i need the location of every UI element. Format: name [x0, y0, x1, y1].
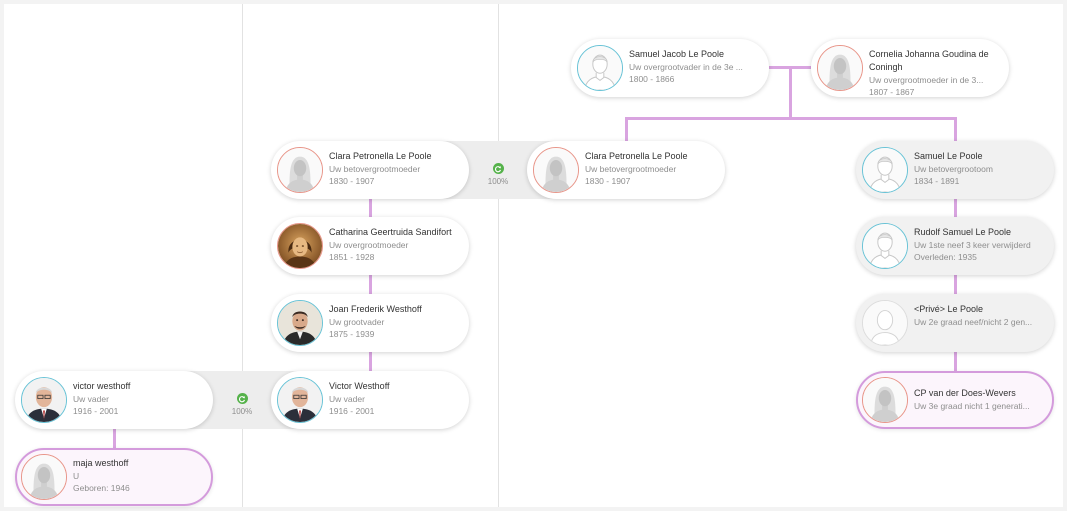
person-card-clara-petronella-le-poole[interactable]: Clara Petronella Le Poole Uw betovergroo… [527, 141, 725, 199]
person-name: Clara Petronella Le Poole [585, 151, 688, 161]
person-dates: 1830 - 1907 [329, 176, 375, 186]
person-dates: 1830 - 1907 [585, 176, 631, 186]
connector-line [789, 66, 792, 119]
person-card-cp-van-der-does-wevers[interactable]: CP van der Does-Wevers Uw 3e graad nicht… [856, 371, 1054, 429]
person-name: maja westhoff [73, 458, 129, 468]
person-relation: Uw betovergrootmoeder [585, 164, 677, 174]
portrait-photo [21, 377, 67, 423]
person-card-cornelia-johanna-goudina-de-coningh[interactable]: Cornelia Johanna Goudina de Coningh Uw o… [811, 39, 1009, 97]
sepia-portrait-photo [277, 223, 323, 269]
person-name: Victor Westhoff [329, 381, 390, 391]
person-relation: Uw vader [73, 394, 109, 404]
female-silhouette-avatar [277, 147, 323, 193]
column-divider [242, 4, 243, 507]
person-card-rudolf-samuel-le-poole[interactable]: Rudolf Samuel Le Poole Uw 1ste neef 3 ke… [856, 217, 1054, 275]
female-silhouette-avatar [21, 454, 67, 500]
person-dates: 1834 - 1891 [914, 176, 960, 186]
person-card-clara-petronella-le-poole[interactable]: Clara Petronella Le Poole Uw betovergroo… [271, 141, 469, 199]
person-relation: Uw betovergrootmoeder [329, 164, 421, 174]
person-card-catharina-geertruida-sandifort[interactable]: Catharina Geertruida Sandifort Uw overgr… [271, 217, 469, 275]
connector-line [113, 428, 116, 449]
person-relation: Uw 2e graad neef/nicht 2 gen... [914, 317, 1033, 327]
portrait-photo [277, 377, 323, 423]
person-name: victor westhoff [73, 381, 131, 391]
person-card-prive-le-poole[interactable]: <Privé> Le Poole Uw 2e graad neef/nicht … [856, 294, 1054, 352]
person-name: Catharina Geertruida Sandifort [329, 227, 452, 237]
male-silhouette-avatar [862, 223, 908, 269]
match-indicator[interactable]: 100% [483, 163, 513, 186]
person-relation: Uw vader [329, 394, 365, 404]
person-dates: 1807 - 1867 [869, 87, 915, 97]
person-dates: Geboren: 1946 [73, 483, 130, 493]
person-relation: Uw overgrootmoeder [329, 240, 409, 250]
person-name: <Privé> Le Poole [914, 304, 984, 314]
male-silhouette-avatar [862, 147, 908, 193]
person-card-victor-westhoff[interactable]: Victor Westhoff Uw vader 1916 - 2001 [271, 371, 469, 429]
person-card-victor-westhoff[interactable]: victor westhoff Uw vader 1916 - 2001 [15, 371, 213, 429]
person-dates: 1916 - 2001 [329, 406, 375, 416]
person-relation: U [73, 471, 80, 481]
person-card-samuel-le-poole[interactable]: Samuel Le Poole Uw betovergrootoom 1834 … [856, 141, 1054, 199]
person-name: Samuel Jacob Le Poole [629, 49, 725, 59]
male-silhouette-avatar [577, 45, 623, 91]
match-percentage: 100% [487, 177, 509, 186]
person-name: CP van der Does-Wevers [914, 388, 1016, 398]
match-indicator[interactable]: 100% [227, 393, 257, 416]
match-percentage: 100% [231, 407, 253, 416]
person-dates: 1875 - 1939 [329, 329, 375, 339]
refresh-icon [236, 393, 248, 404]
person-relation: Uw 1ste neef 3 keer verwijderd [914, 240, 1031, 250]
person-relation: Uw 3e graad nicht 1 generati... [914, 401, 1030, 411]
connector-line [625, 117, 628, 143]
person-dates: 1851 - 1928 [329, 252, 375, 262]
person-dates: 1800 - 1866 [629, 74, 675, 84]
column-divider [498, 4, 499, 507]
person-name: Clara Petronella Le Poole [329, 151, 432, 161]
connector-line [625, 117, 957, 120]
person-relation: Uw overgrootvader in de 3e ... [629, 62, 743, 72]
portrait-photo [277, 300, 323, 346]
female-silhouette-avatar [533, 147, 579, 193]
person-card-maja-westhoff[interactable]: maja westhoff U Geboren: 1946 [15, 448, 213, 506]
person-name: Samuel Le Poole [914, 151, 983, 161]
person-dates: Overleden: 1935 [914, 252, 977, 262]
female-silhouette-avatar [817, 45, 863, 91]
refresh-icon [492, 163, 504, 174]
connector-line [954, 117, 957, 143]
person-card-samuel-jacob-le-poole[interactable]: Samuel Jacob Le Poole Uw overgrootvader … [571, 39, 769, 97]
person-relation: Uw grootvader [329, 317, 385, 327]
person-relation: Uw betovergrootoom [914, 164, 993, 174]
person-name: Cornelia Johanna Goudina de Coningh [869, 49, 989, 72]
person-card-joan-frederik-westhoff[interactable]: Joan Frederik Westhoff Uw grootvader 187… [271, 294, 469, 352]
female-silhouette-avatar [862, 377, 908, 423]
neutral-silhouette-avatar [862, 300, 908, 346]
person-name: Rudolf Samuel Le Poole [914, 227, 1012, 237]
person-dates: 1916 - 2001 [73, 406, 119, 416]
person-name: Joan Frederik Westhoff [329, 304, 422, 314]
person-relation: Uw overgrootmoeder in de 3... [869, 75, 984, 85]
